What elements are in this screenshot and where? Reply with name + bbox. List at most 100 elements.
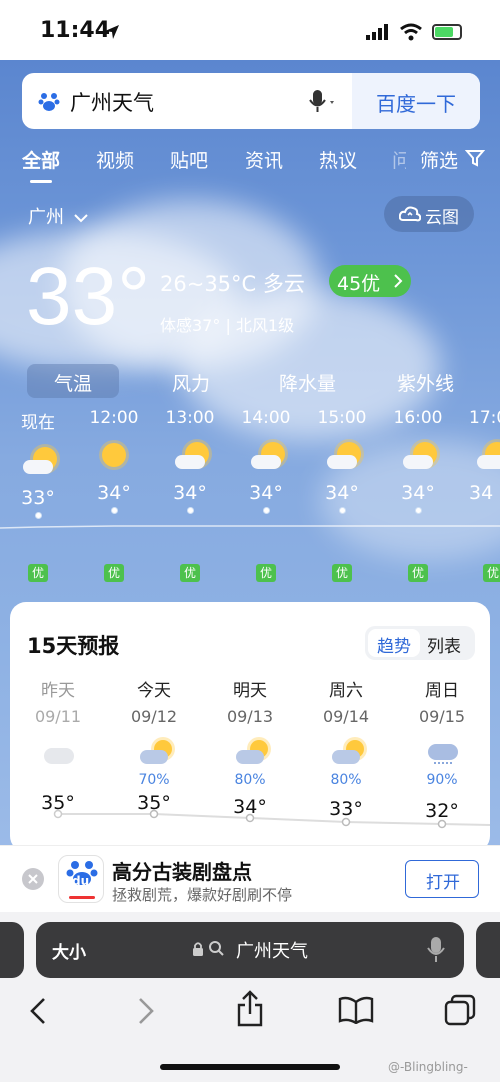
chevron-down-icon <box>74 214 88 223</box>
home-indicator <box>160 1064 340 1070</box>
forecast-temp-curve <box>53 809 490 829</box>
url-text[interactable]: 广州天气 <box>236 937 308 963</box>
hourly-forecast[interactable]: 现在 33° 12:00 34° 13:00 34° 14:00 34° 15:… <box>0 400 500 600</box>
lock-icon <box>193 942 203 956</box>
day-date: 09/13 <box>226 707 274 726</box>
search-input[interactable]: 广州天气 <box>70 87 154 117</box>
cloud-map-button[interactable]: 云图 <box>384 196 474 232</box>
text-size-button[interactable]: 大小 <box>52 938 86 963</box>
toggle-trend[interactable]: 趋势 <box>377 632 411 657</box>
logo-text: du <box>72 874 90 888</box>
temp-point <box>338 507 346 514</box>
sun-icon <box>79 438 149 476</box>
temp-point <box>186 507 194 514</box>
forecast-day[interactable]: 周日 09/15 90% 32° <box>402 676 482 822</box>
view-toggle: 趋势 列表 <box>365 626 475 660</box>
battery-icon <box>432 24 462 40</box>
app-banner: du 高分古装剧盘点 拯救剧荒，爆款好剧刷不停 打开 <box>0 845 500 913</box>
hourly-temp-line <box>0 525 500 529</box>
tab-more[interactable]: 问 <box>392 146 406 173</box>
banner-subtitle: 拯救剧荒，爆款好剧刷不停 <box>112 886 293 904</box>
open-app-button[interactable]: 打开 <box>405 860 479 898</box>
hour-time: 14:00 <box>241 408 291 428</box>
hour-aqi-badge: 优 <box>256 564 276 582</box>
partly-cloudy-icon <box>383 438 453 476</box>
temp-point <box>414 507 422 514</box>
watermark: @-Blingbling- <box>388 1060 468 1074</box>
tab-news[interactable]: 资讯 <box>245 146 283 173</box>
day-name: 明天 <box>233 681 267 701</box>
forecast-card: 15天预报 趋势 列表 昨天 09/11 35° 今天 09/12 70% 35… <box>10 602 490 852</box>
day-name: 周日 <box>425 681 459 701</box>
close-icon[interactable] <box>22 868 44 890</box>
status-bar: 11:44 <box>0 0 500 60</box>
cellular-signal-icon <box>366 24 388 40</box>
next-tab-edge[interactable] <box>476 922 500 978</box>
forecast-day[interactable]: 周六 09/14 80% 33° <box>306 676 386 820</box>
day-date: 09/15 <box>418 707 466 726</box>
subtab-uv[interactable]: 紫外线 <box>397 369 454 396</box>
bookmarks-icon[interactable] <box>338 996 374 1024</box>
baidu-paw-icon <box>38 90 60 112</box>
tab-all[interactable]: 全部 <box>22 146 60 173</box>
hour-temp: 34° <box>173 482 207 504</box>
hour-aqi-badge: 优 <box>104 564 124 582</box>
day-name: 今天 <box>137 681 171 701</box>
hour-item: 12:00 34° <box>79 408 149 514</box>
subtab-wind[interactable]: 风力 <box>172 369 210 396</box>
toggle-list[interactable]: 列表 <box>427 632 461 657</box>
wifi-icon <box>400 23 422 41</box>
precip-value: 70% <box>138 772 170 788</box>
partly-cloudy-icon <box>307 438 377 476</box>
temp-point <box>262 507 270 514</box>
filter-icon[interactable] <box>465 148 485 168</box>
aqi-badge[interactable]: 45优 <box>329 265 411 297</box>
forecast-day[interactable]: 今天 09/12 70% 35° <box>114 676 194 814</box>
open-app-label: 打开 <box>426 873 460 893</box>
forecast-day[interactable]: 明天 09/13 80% 34° <box>210 676 290 818</box>
share-icon[interactable] <box>236 990 264 1028</box>
partly-cloudy-icon <box>469 438 500 476</box>
hour-aqi-badge: 优 <box>180 564 200 582</box>
forecast-day[interactable]: 昨天 09/11 35° <box>18 676 98 814</box>
search-bar[interactable]: 广州天气 百度一下 <box>22 73 480 129</box>
hour-temp: 34° <box>401 482 435 504</box>
city-selector[interactable]: 广州 <box>28 203 88 229</box>
microphone-icon[interactable] <box>426 936 446 964</box>
tab-tieba[interactable]: 贴吧 <box>170 146 208 173</box>
tab-video[interactable]: 视频 <box>96 146 134 173</box>
logo-underline <box>69 896 95 899</box>
tabs-icon[interactable] <box>444 994 478 1028</box>
address-bar[interactable]: 大小 广州天气 <box>36 922 464 978</box>
hour-temp: 34° <box>325 482 359 504</box>
hour-temp: 33° <box>21 487 55 509</box>
hour-time: 13:00 <box>165 408 215 428</box>
day-date: 09/14 <box>322 707 370 726</box>
hour-time: 17:0 <box>469 408 500 428</box>
hour-temp: 34° <box>249 482 283 504</box>
previous-tab-edge[interactable] <box>0 922 24 978</box>
subtab-temperature[interactable]: 气温 <box>54 369 92 396</box>
hour-time: 16:00 <box>393 408 443 428</box>
tab-discuss[interactable]: 热议 <box>319 146 357 173</box>
partly-cloudy-icon <box>155 438 225 476</box>
precip-value: 80% <box>330 772 362 788</box>
day-date: 09/11 <box>34 707 82 726</box>
temp-point <box>110 507 118 514</box>
hour-item: 13:00 34° <box>155 408 225 514</box>
forward-icon[interactable] <box>136 996 156 1026</box>
partly-cloudy-icon <box>231 438 301 476</box>
tab-indicator <box>30 180 52 183</box>
partly-cloudy-icon <box>3 443 73 481</box>
filter-button[interactable]: 筛选 <box>420 146 458 173</box>
microphone-icon[interactable] <box>308 89 338 115</box>
banner-title: 高分古装剧盘点 <box>112 860 252 884</box>
cloud-map-label: 云图 <box>425 208 459 228</box>
feels-like-wind: 体感37° | 北风1级 <box>160 316 295 335</box>
back-icon[interactable] <box>28 996 48 1026</box>
search-button-label: 百度一下 <box>376 92 456 116</box>
search-button[interactable]: 百度一下 <box>352 73 480 129</box>
rain-cloud-icon <box>402 738 482 772</box>
cloud-map-icon <box>399 206 421 222</box>
subtab-precipitation[interactable]: 降水量 <box>279 369 336 396</box>
